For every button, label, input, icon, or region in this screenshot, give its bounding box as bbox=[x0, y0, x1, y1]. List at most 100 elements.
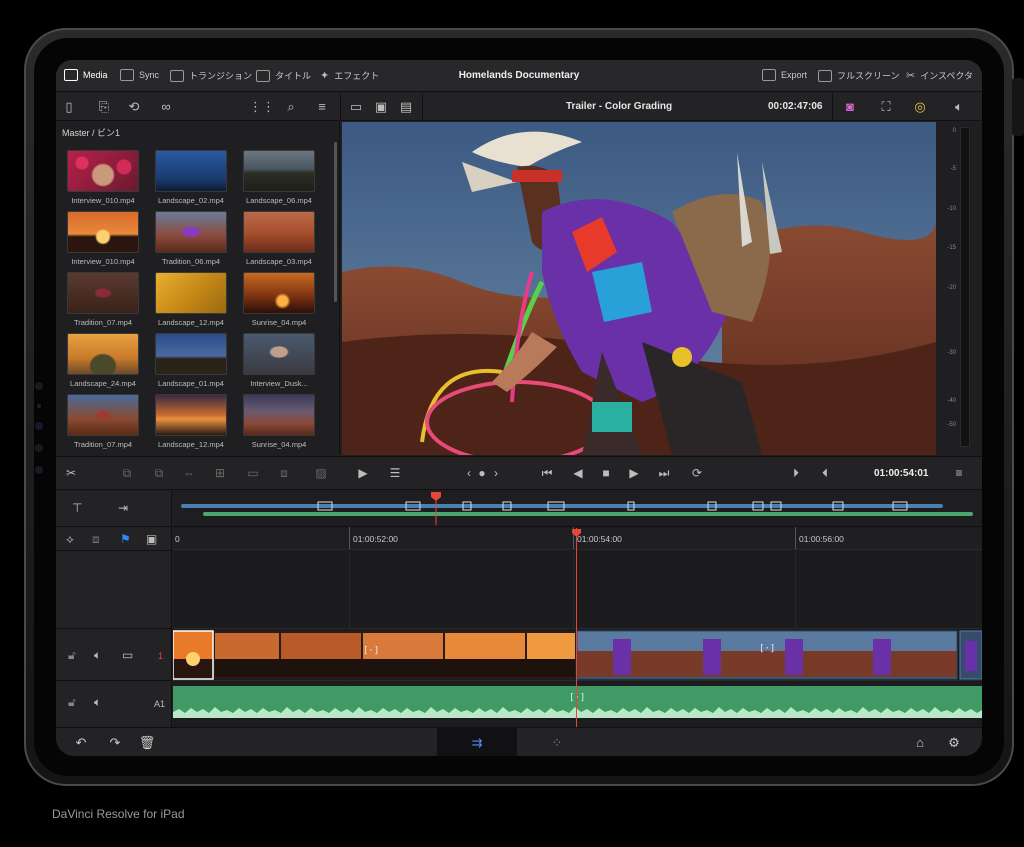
clip-item[interactable]: Landscape_12.mp4 bbox=[155, 394, 227, 449]
home-icon[interactable]: ⌂ bbox=[911, 735, 929, 750]
title-tool-icon[interactable]: ⊤ bbox=[72, 501, 82, 515]
export-button[interactable]: Export bbox=[762, 69, 807, 81]
redo-icon[interactable]: ↷ bbox=[106, 735, 124, 750]
play-icon[interactable]: ▶ bbox=[625, 466, 643, 480]
timeline-overview[interactable] bbox=[173, 491, 982, 527]
audio-speaker-icon[interactable]: 🔈︎ bbox=[94, 648, 101, 662]
color-icon[interactable]: ◎ bbox=[912, 99, 928, 114]
playhead[interactable] bbox=[576, 528, 577, 727]
go-to-start-icon[interactable]: ⏮ bbox=[538, 466, 556, 480]
fit-to-fill-icon[interactable]: ⊞ bbox=[211, 466, 229, 480]
clip-thumbnail bbox=[243, 272, 315, 314]
tools-header: ⟡ ⧈ ⚑ ▣ bbox=[56, 527, 172, 551]
transform-icon[interactable]: ⛶ bbox=[878, 99, 894, 114]
marker-icon[interactable]: ▣ bbox=[146, 532, 157, 546]
viewer[interactable] bbox=[342, 122, 936, 455]
tab-sync[interactable]: Sync bbox=[120, 69, 159, 81]
clip-item[interactable]: Interview_010.mp4 bbox=[67, 211, 139, 266]
video-track-1[interactable]: [·] [·] bbox=[173, 629, 982, 681]
insert-icon[interactable]: ⧉ bbox=[118, 466, 136, 480]
clip-item[interactable]: Sunrise_04.mp4 bbox=[243, 272, 315, 327]
clip-item[interactable]: Landscape_24.mp4 bbox=[67, 333, 139, 388]
adjust-icon[interactable]: ☰ bbox=[386, 466, 404, 480]
clip-item[interactable]: Landscape_01.mp4 bbox=[155, 333, 227, 388]
clip-item[interactable]: Tradition_07.mp4 bbox=[67, 394, 139, 449]
audio-track-label: A1 bbox=[154, 699, 166, 709]
transport-bar: ✂ ⧉ ⧉ ⇔ ⊞ ▭ ⧈ ▨ ▶ ☰ ‹ ● › ⏮ ◀ ■ ▶ ⏭ ⟳ ⏵ … bbox=[56, 456, 982, 490]
stop-icon[interactable]: ■ bbox=[597, 466, 615, 480]
clip-item[interactable]: Tradition_06.mp4 bbox=[155, 211, 227, 266]
append-icon[interactable]: ▨ bbox=[312, 466, 330, 480]
replace-icon[interactable]: ⇔ bbox=[180, 466, 198, 480]
menu-icon[interactable]: ≡ bbox=[950, 466, 968, 480]
delete-icon[interactable]: 🗑︎ bbox=[138, 735, 156, 750]
scissors-icon[interactable]: ✂ bbox=[62, 466, 80, 480]
media-icon bbox=[64, 69, 78, 81]
next-marker-icon[interactable]: › bbox=[487, 466, 505, 480]
clip-item[interactable]: Interview_Dusk... bbox=[243, 333, 315, 388]
breadcrumb[interactable]: Master / ビン1 bbox=[62, 126, 120, 139]
import-icon[interactable]: ⎘ bbox=[96, 99, 112, 114]
clip-thumbnail bbox=[243, 394, 315, 436]
tab-media[interactable]: Media bbox=[64, 69, 108, 81]
lock-icon[interactable]: 🔓︎ bbox=[68, 648, 76, 662]
track-monitor-icon[interactable]: ▭ bbox=[122, 648, 133, 662]
mark-out-icon[interactable]: ⏴ bbox=[816, 466, 834, 480]
video-track-header: 🔓︎ 🔈︎ ▭ 1 bbox=[56, 629, 172, 681]
mark-in-icon[interactable]: ⏵ bbox=[787, 466, 805, 480]
grid-view-icon[interactable]: ⋮⋮ bbox=[249, 99, 275, 114]
tab-effects[interactable]: ✦ エフェクト bbox=[320, 69, 379, 82]
clip-thumbnail bbox=[155, 333, 227, 375]
image-icon[interactable]: ▭ bbox=[348, 99, 364, 114]
tab-transitions[interactable]: トランジション bbox=[170, 69, 252, 82]
timeline[interactable]: 0 01:00:52:00 01:00:54:00 01:00:56:00 [·… bbox=[173, 491, 982, 727]
fullscreen-button[interactable]: フルスクリーン bbox=[818, 69, 900, 82]
sort-icon[interactable]: ≡ bbox=[314, 99, 330, 114]
fullscreen-label: フルスクリーン bbox=[837, 71, 900, 81]
film-strip-icon[interactable]: ▤ bbox=[398, 99, 414, 114]
audio-icon[interactable]: 🔈︎ bbox=[951, 99, 967, 114]
stage: Media Sync トランジション タイトル ✦ エフェクト Homeland… bbox=[0, 0, 1024, 847]
ruler-label: 01:00:54:00 bbox=[577, 534, 622, 544]
timeline-name[interactable]: Trailer - Color Grading bbox=[566, 101, 672, 112]
cut-page-tab[interactable]: ⇉ bbox=[437, 728, 517, 756]
clip-item[interactable]: Sunrise_04.mp4 bbox=[243, 394, 315, 449]
place-on-top-icon[interactable]: ▭ bbox=[244, 466, 262, 480]
audio-track-a1[interactable]: [·] bbox=[173, 682, 982, 727]
settings-gear-icon[interactable]: ⚙ bbox=[945, 735, 963, 750]
svg-text:[·]: [·] bbox=[569, 693, 585, 703]
video-clips: [·] [·] bbox=[173, 630, 982, 680]
clip-view-icon[interactable]: ▣ bbox=[373, 99, 389, 114]
clip-item[interactable]: Landscape_06.mp4 bbox=[243, 150, 315, 205]
go-to-end-icon[interactable]: ⏭ bbox=[655, 466, 673, 480]
sidebar-toggle-icon[interactable]: ▯ bbox=[61, 99, 77, 114]
inspector-button[interactable]: ✂ インスペクタ bbox=[906, 69, 973, 82]
clip-item[interactable]: Landscape_12.mp4 bbox=[155, 272, 227, 327]
fullscreen-icon bbox=[818, 69, 832, 82]
ripple-icon[interactable]: ⧈ bbox=[275, 466, 293, 480]
media-pool-scrollbar[interactable] bbox=[334, 142, 337, 302]
clip-item[interactable]: Landscape_02.mp4 bbox=[155, 150, 227, 205]
app-screen: Media Sync トランジション タイトル ✦ エフェクト Homeland… bbox=[56, 60, 982, 756]
relink-icon[interactable]: ⟲ bbox=[126, 99, 142, 114]
snapping-icon[interactable]: ⟡ bbox=[66, 532, 74, 546]
undo-icon[interactable]: ↶ bbox=[72, 735, 90, 750]
loop-icon[interactable]: ⟳ bbox=[688, 466, 706, 480]
link-icon[interactable]: ∞ bbox=[158, 99, 174, 114]
flag-icon[interactable]: ⚑ bbox=[120, 532, 131, 546]
linked-selection-icon[interactable]: ⧈ bbox=[92, 532, 100, 546]
color-page-icon[interactable]: ⁘ bbox=[548, 735, 566, 750]
lock-icon[interactable]: 🔓︎ bbox=[68, 695, 76, 709]
play-reverse-icon[interactable]: ◀ bbox=[569, 466, 587, 480]
clip-item[interactable]: Landscape_03.mp4 bbox=[243, 211, 315, 266]
empty-video-track[interactable] bbox=[173, 551, 982, 629]
audio-speaker-icon[interactable]: 🔈︎ bbox=[94, 695, 101, 709]
search-icon[interactable]: ⌕ bbox=[283, 99, 299, 114]
playback-options-icon[interactable]: ▶ bbox=[354, 466, 372, 480]
camera-icon[interactable]: ◙ bbox=[842, 99, 858, 114]
overwrite-icon[interactable]: ⧉ bbox=[150, 466, 168, 480]
clip-item[interactable]: Tradition_07.mp4 bbox=[67, 272, 139, 327]
tab-titles[interactable]: タイトル bbox=[256, 69, 311, 82]
clip-item[interactable]: Interview_010.mp4 bbox=[67, 150, 139, 205]
snap-tool-icon[interactable]: ⇥ bbox=[118, 501, 128, 515]
